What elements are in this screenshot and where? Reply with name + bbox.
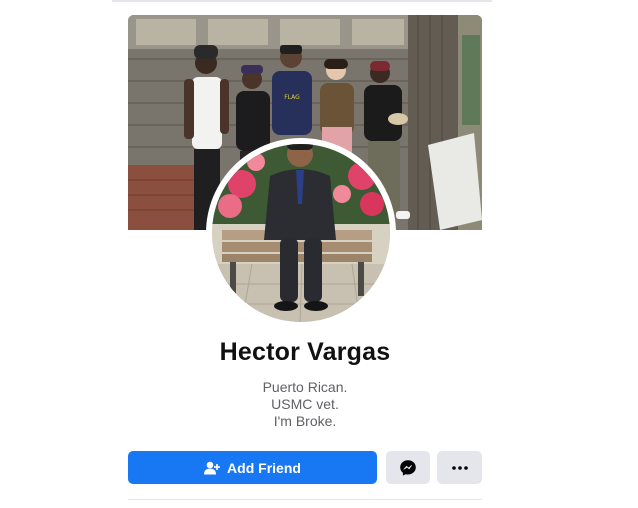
svg-text:FLAG: FLAG bbox=[284, 94, 300, 101]
top-divider bbox=[112, 0, 492, 2]
add-person-icon bbox=[204, 461, 221, 475]
more-dots-icon bbox=[451, 465, 468, 470]
bio-line: I'm Broke. bbox=[273, 413, 337, 429]
add-friend-label: Add Friend bbox=[227, 459, 301, 476]
message-button[interactable] bbox=[386, 451, 430, 484]
messenger-icon bbox=[399, 459, 417, 477]
profile-page: FLAG Hector Vargas Puerto Rican. USMC ve… bbox=[0, 0, 638, 508]
profile-actions: Add Friend bbox=[128, 451, 482, 485]
more-options-button[interactable] bbox=[437, 451, 482, 484]
bottom-divider bbox=[128, 499, 482, 500]
profile-name: Hector Vargas bbox=[219, 338, 391, 366]
add-friend-button[interactable]: Add Friend bbox=[128, 451, 377, 484]
profile-avatar-image bbox=[212, 144, 390, 322]
bio-line: Puerto Rican. bbox=[262, 379, 348, 395]
profile-avatar[interactable] bbox=[212, 144, 390, 322]
bio-line: USMC vet. bbox=[271, 396, 339, 412]
profile-bio: Puerto Rican. USMC vet. I'm Broke. bbox=[128, 379, 482, 430]
